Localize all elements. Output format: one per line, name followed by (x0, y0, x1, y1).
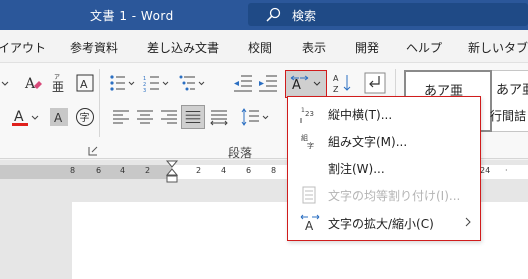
svg-text:字: 字 (307, 141, 314, 150)
search-box[interactable] (248, 3, 528, 26)
kumimoji-icon: 組字 (301, 133, 314, 150)
ruler-number: 6 (246, 166, 252, 175)
asian-layout-icon: A (290, 75, 321, 93)
submenu-arrow-icon (465, 217, 471, 227)
style-no-spacing-name: 行間詰 (490, 109, 527, 123)
menu-item-label: 縦中横(T)... (328, 108, 393, 122)
indent-marker-icon[interactable] (165, 160, 179, 184)
paragraph-group-label: 段落 (228, 146, 253, 160)
enclose-characters-icon[interactable]: 字 (74, 106, 96, 128)
tab-mailings[interactable]: 差し込み文書 (147, 39, 219, 56)
document-title: 文書 1 - Word (90, 9, 174, 23)
tate-chu-yoko-icon: 1 23 (300, 107, 314, 123)
menu-item-warichu[interactable]: 割注(W)... (288, 154, 480, 181)
decrease-indent-icon[interactable] (232, 72, 254, 94)
tab-developer[interactable]: 開発 (355, 39, 379, 56)
svg-text:Z: Z (333, 85, 339, 94)
tab-new-tab[interactable]: 新しいタブ (468, 39, 528, 56)
tab-help[interactable]: ヘルプ (406, 39, 442, 56)
align-right-icon[interactable] (158, 106, 180, 128)
svg-text:A: A (24, 76, 36, 92)
svg-text:A: A (292, 78, 301, 93)
ruler-number: 2 (196, 166, 202, 175)
font-color-icon[interactable]: A (10, 106, 30, 128)
character-border-icon[interactable]: A (74, 72, 96, 94)
sort-icon[interactable]: AZ (332, 72, 354, 94)
svg-text:A: A (333, 74, 339, 83)
ruler-number: 6 (96, 166, 102, 175)
clear-format-icon[interactable]: A (22, 72, 44, 94)
title-bar: 文書 1 - Word 検索 (0, 0, 528, 30)
ruler-number: · (505, 166, 508, 175)
svg-text:3: 3 (143, 88, 146, 94)
ruler-number: 2 (145, 166, 151, 175)
style-no-spacing-sample: あア亜 (496, 83, 528, 98)
menu-item-equal-distribute[interactable]: 文字の均等割り付け(I)... (288, 181, 480, 208)
increase-indent-icon[interactable] (257, 72, 279, 94)
align-center-icon[interactable] (134, 106, 156, 128)
svg-text:組: 組 (301, 133, 308, 142)
character-scale-icon: A (300, 214, 320, 233)
font-dropdown-arrow-icon[interactable] (0, 73, 10, 95)
bullets-icon[interactable] (108, 72, 136, 94)
tab-references[interactable]: 参考資料 (70, 39, 118, 56)
svg-text:A: A (80, 78, 88, 91)
font-color-dropdown-icon[interactable] (30, 106, 40, 128)
tab-view[interactable]: 表示 (302, 39, 326, 56)
ribbon-tabs: イアウト 参考資料 差し込み文書 校閲 表示 開発 ヘルプ 新しいタブ (0, 30, 528, 62)
show-hide-marks-icon[interactable] (364, 72, 386, 94)
equal-distribute-icon (302, 186, 316, 204)
line-spacing-icon[interactable] (240, 106, 270, 128)
menu-item-kumimoji[interactable]: 組字 組み文字(M)... (288, 127, 480, 154)
tab-review[interactable]: 校閲 (248, 39, 272, 56)
search-icon[interactable] (264, 6, 282, 24)
character-shading-icon[interactable]: A (48, 106, 70, 128)
ruler-number: 8 (70, 166, 76, 175)
menu-item-character-scale[interactable]: A 文字の拡大/縮小(C) (288, 209, 480, 236)
ruler-number: 8 (271, 166, 277, 175)
svg-text:字: 字 (80, 111, 90, 124)
menu-item-label: 割注(W)... (328, 162, 385, 176)
align-left-icon[interactable] (110, 106, 132, 128)
style-no-spacing[interactable]: あア亜 行間詰 (490, 70, 528, 132)
asian-layout-button[interactable]: A (285, 70, 327, 98)
svg-text:23: 23 (305, 110, 314, 118)
phonetic-guide-icon[interactable]: ア 亜 (49, 72, 71, 94)
menu-item-tate-chu-yoko[interactable]: 1 23 縦中横(T)... (288, 100, 480, 127)
menu-item-label: 文字の拡大/縮小(C) (328, 217, 434, 231)
svg-text:A: A (14, 109, 24, 125)
numbering-icon[interactable]: 123 (142, 72, 170, 94)
justify-button[interactable] (181, 105, 205, 129)
search-label[interactable]: 検索 (292, 7, 316, 24)
dialog-launcher-icon[interactable] (88, 146, 98, 156)
asian-layout-menu: 1 23 縦中横(T)... 組字 組み文字(M)... 割注(W)... 文字の… (287, 96, 481, 241)
menu-item-label: 組み文字(M)... (328, 135, 408, 149)
svg-text:A: A (305, 219, 314, 233)
distributed-icon[interactable] (208, 106, 230, 128)
menu-item-label: 文字の均等割り付け(I)... (328, 189, 461, 203)
justify-icon (185, 111, 201, 123)
ruler-number: 4 (120, 166, 126, 175)
ruby-label: 亜 (52, 80, 64, 94)
ruler-number: 4 (221, 166, 227, 175)
multilevel-list-icon[interactable] (178, 72, 206, 94)
ruler-number: 24 (480, 166, 491, 175)
svg-text:A: A (54, 111, 63, 125)
tab-layout[interactable]: イアウト (0, 39, 46, 56)
